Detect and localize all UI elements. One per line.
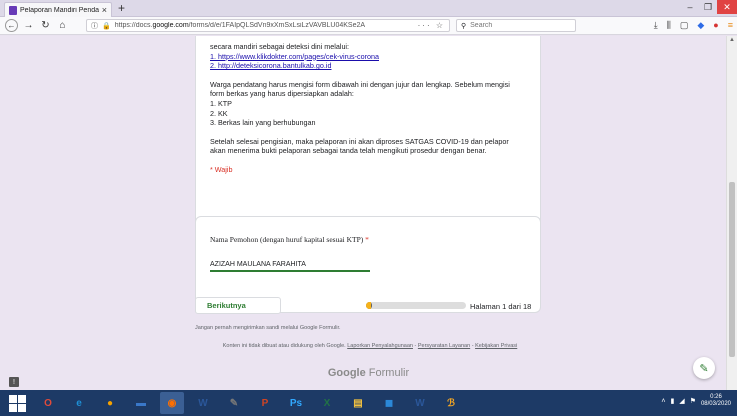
name-input[interactable] xyxy=(210,258,370,272)
window-controls: – ❐ ✕ xyxy=(681,0,737,14)
search-input[interactable] xyxy=(470,22,566,29)
privacy-link[interactable]: Kebijakan Privasi xyxy=(475,343,517,349)
required-note: * Wajib xyxy=(210,164,233,174)
google-forms-logo[interactable]: Google Formulir xyxy=(0,367,726,379)
address-bar[interactable]: ⓘ 🔒 https://docs.google.com/forms/d/e/1F… xyxy=(86,19,450,32)
close-window-icon[interactable]: ✕ xyxy=(717,0,737,14)
taskbar-app-icon[interactable]: ℬ xyxy=(439,392,463,414)
progress-bar xyxy=(366,302,466,309)
report-icon[interactable]: ! xyxy=(9,377,19,387)
lock-icon: 🔒 xyxy=(102,22,111,30)
terms-link[interactable]: Persyaratan Layanan xyxy=(418,343,470,349)
taskbar-app-icon[interactable]: Ps xyxy=(284,392,308,414)
maximize-icon[interactable]: ❐ xyxy=(699,0,717,14)
intro-text: secara mandiri sebagai deteksi dini mela… xyxy=(210,42,379,71)
tab-close-icon[interactable]: × xyxy=(102,5,107,15)
network-icon[interactable]: ▮ xyxy=(670,397,674,405)
search-icon: ⚲ xyxy=(461,22,467,30)
reload-icon[interactable]: ↻ xyxy=(39,19,52,32)
link-deteksicorona[interactable]: 2. http://deteksicorona.bantulkab.go.id xyxy=(210,61,331,70)
scrollbar[interactable]: ▲ xyxy=(726,36,737,390)
taskbar-app-icon[interactable]: X xyxy=(315,392,339,414)
form-description-card: secara mandiri sebagai deteksi dini mela… xyxy=(195,36,541,230)
nav-bar: ← → ↻ ⌂ ⓘ 🔒 https://docs.google.com/form… xyxy=(0,17,737,35)
taskbar-app-icon[interactable]: O xyxy=(36,392,60,414)
windows-start-icon[interactable] xyxy=(6,392,28,414)
search-box[interactable]: ⚲ xyxy=(456,19,576,32)
taskbar-app-icon[interactable]: ◉ xyxy=(160,392,184,414)
home-icon[interactable]: ⌂ xyxy=(56,19,69,32)
taskbar-app-icon[interactable]: W xyxy=(408,392,432,414)
taskbar-app-icon[interactable]: ● xyxy=(98,392,122,414)
windows-taskbar: Oe ● ▬ ◉ W ✎ P Ps X ▤ ◼ W ℬ ˄ ▮ ◢ ⚑ 0:26 08/03/2020 xyxy=(0,390,737,416)
new-tab-button[interactable]: + xyxy=(118,1,125,15)
next-button[interactable]: Berikutnya xyxy=(195,297,281,314)
library-icon[interactable]: ⫼ xyxy=(667,20,671,31)
taskbar-apps: Oe ● ▬ ◉ W ✎ P Ps X ▤ ◼ W ℬ xyxy=(36,392,463,414)
taskbar-app-icon[interactable]: ▬ xyxy=(129,392,153,414)
tray-arrow-icon[interactable]: ˄ xyxy=(661,398,665,405)
legal-footer: Konten ini tidak dibuat atau didukung ol… xyxy=(222,343,518,349)
taskbar-app-icon[interactable]: W xyxy=(191,392,215,414)
taskbar-app-icon[interactable]: P xyxy=(253,392,277,414)
site-info-icon[interactable]: ⓘ xyxy=(91,21,98,31)
scroll-up-icon[interactable]: ▲ xyxy=(729,37,735,43)
progress-accent xyxy=(366,302,371,309)
instructions-text: Warga pendatang harus mengisi form dibaw… xyxy=(210,79,510,128)
url-text[interactable]: https://docs.google.com/forms/d/e/1FAIpQ… xyxy=(115,22,414,29)
taskbar-app-icon[interactable]: ✎ xyxy=(222,392,246,414)
tab-pelaporan[interactable]: Pelaporan Mandiri Pendatang × xyxy=(4,2,112,17)
url-actions[interactable]: ··· ☆ xyxy=(418,21,445,30)
password-warning: Jangan pernah mengirimkan sandi melalui … xyxy=(195,325,341,331)
link-klikdokter[interactable]: 1. https://www.klikdokter.com/pages/cek-… xyxy=(210,52,379,61)
back-icon[interactable]: ← xyxy=(5,19,18,32)
minimize-icon[interactable]: – xyxy=(681,0,699,14)
question-label: Nama Pemohon (dengan huruf kapital sesua… xyxy=(210,235,369,244)
toolbar-icons: ⤓ ⫼ ▢ ◆ ● ≡ xyxy=(654,20,733,31)
page-counter: Halaman 1 dari 18 xyxy=(470,302,532,311)
sidebar-icon[interactable]: ▢ xyxy=(680,20,689,31)
flag-icon[interactable]: ⚑ xyxy=(690,397,696,405)
menu-icon[interactable]: ≡ xyxy=(728,20,733,31)
edit-pencil-icon[interactable]: ✎ xyxy=(693,357,715,379)
volume-icon[interactable]: ◢ xyxy=(679,397,684,405)
forward-icon[interactable]: → xyxy=(22,19,35,32)
taskbar-app-icon[interactable]: e xyxy=(67,392,91,414)
forms-favicon-icon xyxy=(9,5,17,15)
tab-title: Pelaporan Mandiri Pendatang xyxy=(20,6,99,14)
extension-red-icon[interactable]: ● xyxy=(713,20,718,31)
extension-icon[interactable]: ◆ xyxy=(697,20,704,31)
system-tray: ˄ ▮ ◢ ⚑ 0:26 08/03/2020 xyxy=(661,394,731,408)
report-abuse-link[interactable]: Laporkan Penyalahgunaan xyxy=(347,343,413,349)
form-page: secara mandiri sebagai deteksi dini mela… xyxy=(0,36,726,390)
download-icon[interactable]: ⤓ xyxy=(654,20,658,31)
scroll-thumb[interactable] xyxy=(729,182,735,357)
taskbar-app-icon[interactable]: ▤ xyxy=(346,392,370,414)
tab-strip: Pelaporan Mandiri Pendatang × + – ❐ ✕ xyxy=(0,0,737,17)
closing-text: Setelah selesai pengisian, maka pelapora… xyxy=(210,136,509,156)
clock[interactable]: 0:26 08/03/2020 xyxy=(701,394,731,408)
taskbar-app-icon[interactable]: ◼ xyxy=(377,392,401,414)
